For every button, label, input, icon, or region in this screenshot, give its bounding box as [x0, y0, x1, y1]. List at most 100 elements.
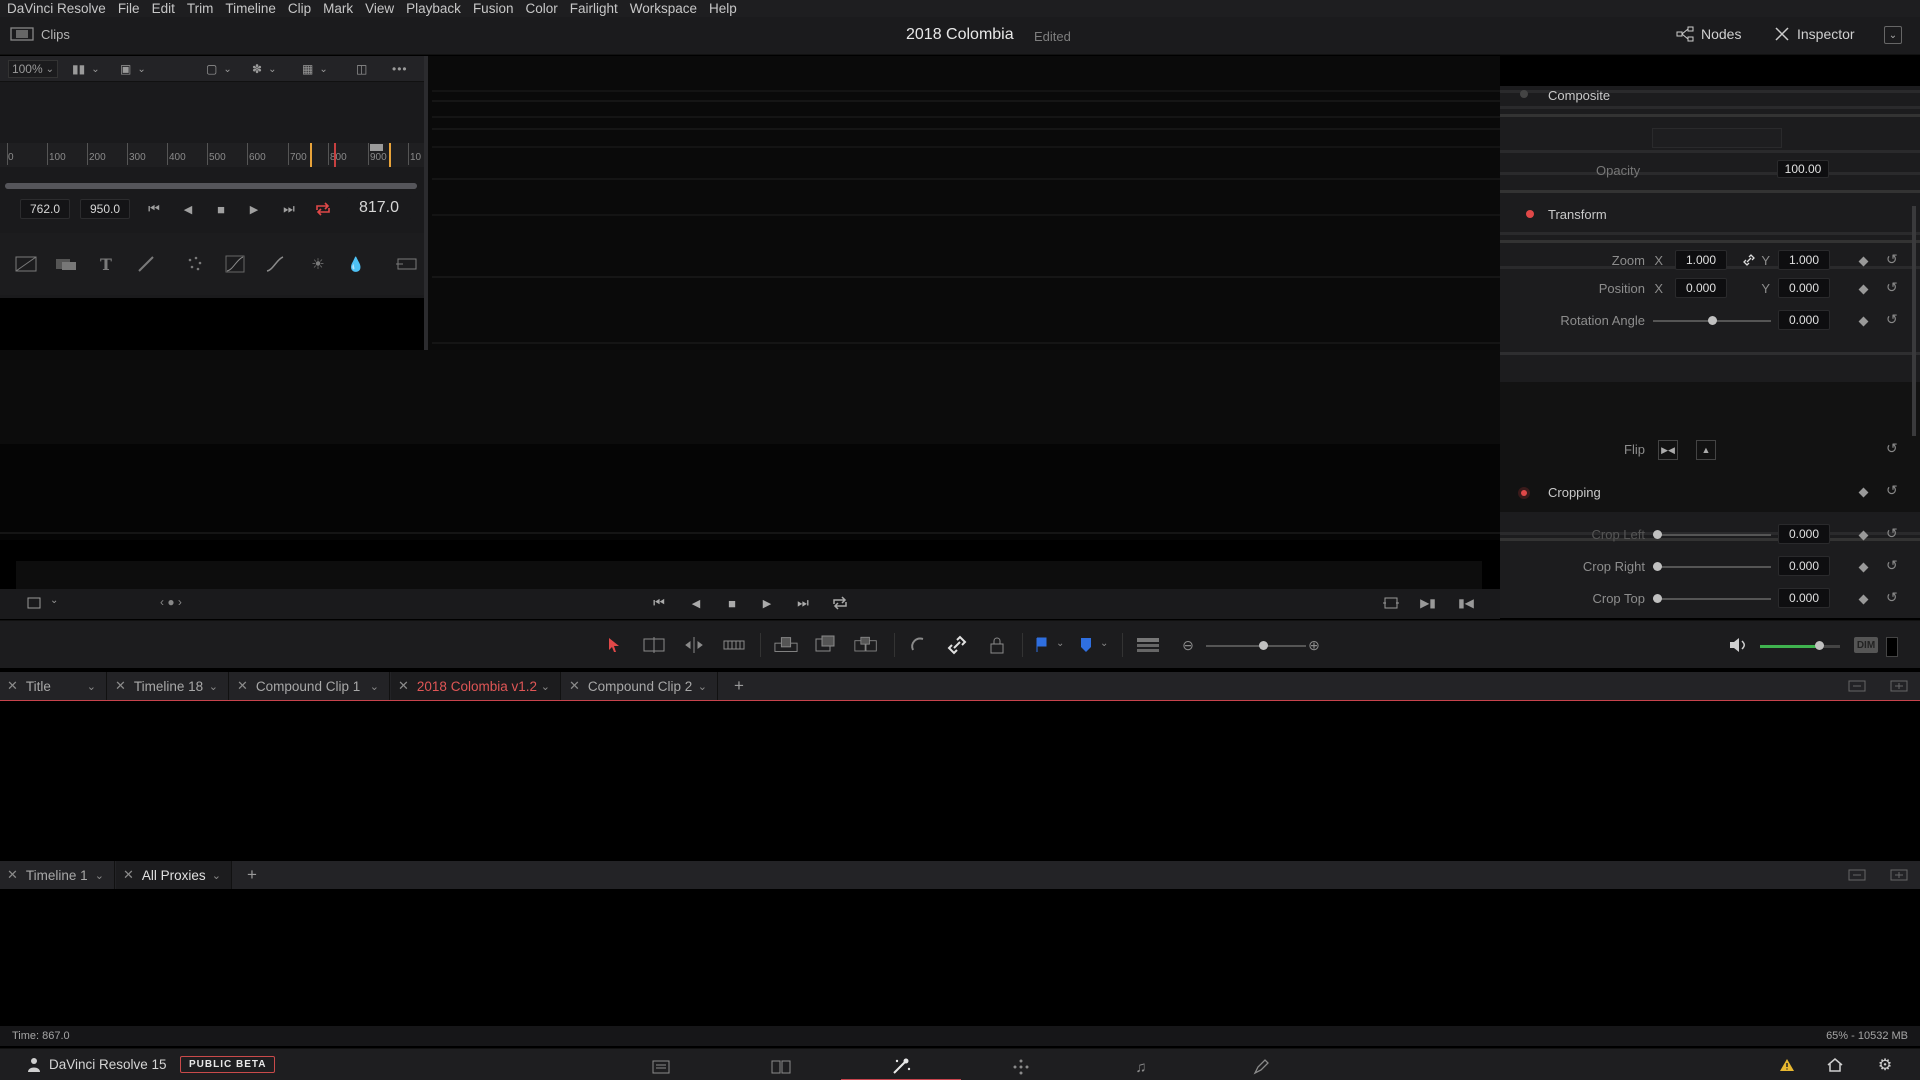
skip-start-icon[interactable]: ⏮ — [144, 200, 164, 218]
dim-button[interactable]: DIM — [1854, 637, 1878, 653]
chevron-down-icon[interactable]: ⌄ — [1056, 638, 1064, 649]
opacity-field[interactable]: 100.00 — [1777, 160, 1829, 178]
chevron-down-icon[interactable]: ⌄ — [370, 680, 379, 693]
flip-horizontal-icon[interactable]: ▶◀ — [1658, 440, 1678, 460]
next-edit-icon[interactable]: ▶▮ — [1418, 594, 1438, 612]
menu-fusion[interactable]: Fusion — [473, 1, 514, 16]
menu-help[interactable]: Help — [709, 1, 737, 16]
playhead[interactable] — [334, 143, 336, 167]
blade-tool-icon[interactable] — [722, 633, 746, 657]
media-page-icon[interactable] — [601, 1053, 721, 1080]
menu-workspace[interactable]: Workspace — [630, 1, 697, 16]
close-icon[interactable]: ✕ — [398, 678, 409, 694]
deliver-page-icon[interactable] — [1201, 1053, 1321, 1080]
timeline-tab[interactable]: ✕ Timeline 1 ⌄ — [0, 861, 115, 889]
timeline-area-top[interactable] — [0, 701, 1920, 859]
split-view-button[interactable]: ◫ — [356, 60, 367, 78]
paint-tool-icon[interactable] — [133, 251, 159, 277]
monitor-dropdown[interactable]: ▣ ⌄ — [120, 60, 146, 78]
reset-icon[interactable]: ↺ — [1886, 279, 1898, 296]
crop-top-slider[interactable] — [1653, 598, 1771, 600]
match-frame-icon[interactable] — [1381, 594, 1401, 612]
timeline-tab[interactable]: ✕ Compound Clip 2 ⌄ — [562, 672, 718, 700]
crop-left-field[interactable]: 0.000 — [1778, 524, 1830, 544]
reset-icon[interactable]: ↺ — [1886, 525, 1898, 542]
viewer-fit-icon[interactable] — [24, 594, 44, 612]
marker-icon[interactable] — [1074, 633, 1098, 657]
speaker-icon[interactable] — [1726, 633, 1750, 657]
reset-icon[interactable]: ↺ — [1886, 589, 1898, 606]
color-dropdown[interactable]: ✽ ⌄ — [252, 60, 276, 78]
zoom-dropdown[interactable]: 100% ⌄ — [8, 60, 58, 78]
zoom-out-icon[interactable]: ⊖ — [1176, 633, 1200, 657]
play-icon[interactable]: ▶ — [757, 594, 777, 612]
inspector-scrollbar[interactable] — [1912, 206, 1916, 436]
chevron-down-icon[interactable]: ⌄ — [95, 869, 104, 882]
main-viewer[interactable] — [428, 56, 1500, 350]
composite-mode-dropdown[interactable] — [1652, 128, 1782, 148]
menu-davinci-resolve[interactable]: DaVinci Resolve — [7, 1, 106, 16]
volume-slider[interactable] — [1760, 645, 1840, 648]
keyframe-icon[interactable] — [1858, 562, 1869, 573]
insert-clip-icon[interactable] — [774, 633, 798, 657]
close-icon[interactable]: ✕ — [123, 867, 134, 883]
reset-icon[interactable]: ↺ — [1886, 557, 1898, 574]
play-reverse-icon[interactable]: ◀ — [178, 200, 198, 218]
volume-knob[interactable] — [1815, 641, 1824, 650]
close-icon[interactable]: ✕ — [7, 867, 18, 883]
selection-tool-icon[interactable] — [602, 633, 626, 657]
menu-trim[interactable]: Trim — [187, 1, 214, 16]
zoom-y-field[interactable]: 1.000 — [1778, 250, 1830, 270]
chevron-down-icon[interactable]: ⌄ — [50, 595, 58, 606]
particles-tool-icon[interactable] — [182, 251, 208, 277]
loop-icon[interactable] — [829, 594, 851, 612]
menu-clip[interactable]: Clip — [288, 1, 311, 16]
zoom-x-field[interactable]: 1.000 — [1675, 250, 1727, 270]
grid-dropdown[interactable]: ▦ ⌄ — [302, 60, 328, 78]
reset-icon[interactable]: ↺ — [1886, 440, 1898, 457]
loop-icon[interactable] — [312, 199, 334, 219]
curves-tool-icon[interactable] — [222, 251, 248, 277]
close-icon[interactable]: ✕ — [115, 678, 126, 694]
scroll-bar[interactable] — [5, 183, 417, 189]
timeline-tab-active[interactable]: ✕ All Proxies ⌄ — [116, 861, 232, 889]
rotation-slider-knob[interactable] — [1708, 316, 1717, 325]
clips-button[interactable]: Clips — [10, 26, 70, 42]
keyframe-icon[interactable] — [1858, 256, 1869, 267]
in-point-field[interactable]: 762.0 — [20, 199, 70, 219]
stop-icon[interactable]: ■ — [722, 594, 742, 612]
reset-icon[interactable]: ↺ — [1886, 251, 1898, 268]
flip-vertical-icon[interactable]: ▲ — [1696, 440, 1716, 460]
dynamic-trim-icon[interactable] — [682, 633, 706, 657]
chevron-down-icon[interactable]: ⌄ — [212, 869, 221, 882]
cropping-section-title[interactable]: Cropping — [1548, 485, 1601, 500]
link-icon[interactable] — [1742, 253, 1756, 267]
viewer-scrubber[interactable] — [16, 561, 1482, 589]
out-point-marker[interactable] — [389, 143, 391, 167]
header-options-button[interactable]: ⌄ — [1884, 26, 1902, 44]
prev-edit-icon[interactable]: ▮◀ — [1456, 594, 1476, 612]
composite-enable-dot[interactable] — [1520, 90, 1528, 98]
stop-icon[interactable]: ■ — [211, 200, 231, 218]
current-frame-field[interactable]: 817.0 — [346, 196, 412, 220]
color-curves-tool-icon[interactable] — [262, 251, 288, 277]
crop-left-slider[interactable] — [1653, 534, 1771, 536]
chevron-down-icon[interactable]: ⌄ — [698, 680, 707, 693]
crop-left-knob[interactable] — [1653, 530, 1662, 539]
fusion-page-icon[interactable] — [841, 1053, 961, 1080]
clip-view-dropdown[interactable]: ▮▮ ⌄ — [72, 60, 100, 78]
home-icon[interactable] — [1826, 1057, 1844, 1073]
add-tab-icon[interactable]: + — [734, 676, 744, 696]
add-tab-icon[interactable]: + — [247, 865, 257, 885]
out-point-field[interactable]: 950.0 — [80, 199, 130, 219]
jog-control-icon[interactable]: ‹ ● › — [160, 595, 182, 609]
warning-icon[interactable] — [1778, 1057, 1796, 1073]
play-icon[interactable]: ▶ — [244, 200, 264, 218]
close-icon[interactable]: ✕ — [237, 678, 248, 694]
reset-icon[interactable]: ↺ — [1886, 311, 1898, 328]
replace-clip-icon[interactable] — [854, 633, 878, 657]
inspector-button[interactable]: Inspector — [1774, 26, 1855, 42]
timeline-view-options-icon[interactable] — [1136, 633, 1160, 657]
brightness-tool-icon[interactable]: ☀ — [305, 251, 331, 277]
blur-tool-icon[interactable]: 💧 — [343, 251, 369, 277]
